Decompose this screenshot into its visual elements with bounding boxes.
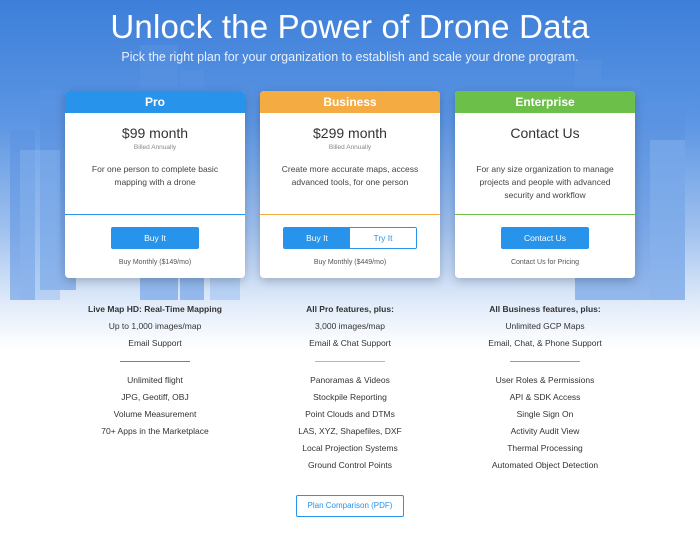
plan-card-business: Business $299 month Billed Annually Crea… xyxy=(260,91,440,278)
contact-us-button[interactable]: Contact Us xyxy=(501,227,589,249)
feature-item: Live Map HD: Real-Time Mapping xyxy=(88,304,222,314)
page-title: Unlock the Power of Drone Data xyxy=(110,8,590,45)
feature-divider xyxy=(315,361,385,362)
feature-item: 70+ Apps in the Marketplace xyxy=(101,426,209,436)
try-it-button[interactable]: Try It xyxy=(350,228,416,248)
billing-note xyxy=(455,144,635,153)
plan-name: Business xyxy=(260,91,440,113)
buy-it-button[interactable]: Buy It xyxy=(284,228,350,248)
plan-description: For any size organization to manage proj… xyxy=(476,164,614,200)
plan-card-pro: Pro $99 month Billed Annually For one pe… xyxy=(65,91,245,278)
plan-comparison-pdf-button[interactable]: Plan Comparison (PDF) xyxy=(296,495,404,517)
feature-item: Volume Measurement xyxy=(113,409,197,419)
features-pro: Live Map HD: Real-Time Mapping Up to 1,0… xyxy=(55,301,255,440)
feature-item: Unlimited flight xyxy=(127,375,183,385)
hero: Unlock the Power of Drone Data Pick the … xyxy=(0,8,700,64)
billing-note: Billed Annually xyxy=(133,144,177,151)
page-subtitle: Pick the right plan for your organizatio… xyxy=(121,50,579,64)
feature-item: JPG, Geotiff, OBJ xyxy=(121,392,189,402)
feature-item: All Business features, plus: xyxy=(489,304,601,314)
feature-item: Up to 1,000 images/map xyxy=(108,321,202,331)
feature-item: LAS, XYZ, Shapefiles, DXF xyxy=(298,426,402,436)
plan-name: Enterprise xyxy=(455,91,635,113)
feature-item: Single Sign On xyxy=(516,409,574,419)
features-business: All Pro features, plus: 3,000 images/map… xyxy=(250,301,450,474)
feature-item: Email Support xyxy=(128,338,182,348)
feature-item: Panoramas & Videos xyxy=(310,375,390,385)
buy-it-button[interactable]: Buy It xyxy=(111,227,199,249)
contact-pricing-link[interactable]: Contact Us for Pricing xyxy=(455,259,635,266)
plan-name: Pro xyxy=(65,91,245,113)
buy-try-button-group: Buy It Try It xyxy=(283,227,417,249)
plan-description: For one person to complete basic mapping… xyxy=(91,164,219,187)
plan-price: $99 month xyxy=(121,125,189,141)
feature-item: Activity Audit View xyxy=(510,426,580,436)
plan-divider xyxy=(65,214,245,215)
buy-monthly-link[interactable]: Buy Monthly ($449/mo) xyxy=(260,259,440,266)
feature-item: 3,000 images/map xyxy=(315,321,385,331)
feature-item: Email, Chat, & Phone Support xyxy=(488,338,602,348)
feature-divider xyxy=(120,361,190,362)
plan-price: $299 month xyxy=(313,125,387,141)
plan-divider xyxy=(260,214,440,215)
plan-card-enterprise: Enterprise Contact Us For any size organ… xyxy=(455,91,635,278)
feature-item: Thermal Processing xyxy=(507,443,583,453)
feature-item: Automated Object Detection xyxy=(491,460,599,470)
plan-description: Create more accurate maps, access advanc… xyxy=(281,164,419,187)
feature-item: All Pro features, plus: xyxy=(306,304,394,314)
feature-divider xyxy=(510,361,580,362)
features-enterprise: All Business features, plus: Unlimited G… xyxy=(445,301,645,474)
buy-monthly-link[interactable]: Buy Monthly ($149/mo) xyxy=(65,259,245,266)
feature-item: Email & Chat Support xyxy=(309,338,391,348)
feature-item: Unlimited GCP Maps xyxy=(505,321,585,331)
feature-item: Ground Control Points xyxy=(307,460,393,470)
feature-item: API & SDK Access xyxy=(509,392,581,402)
feature-item: Local Projection Systems xyxy=(302,443,398,453)
plan-price: Contact Us xyxy=(510,125,580,141)
feature-item: Stockpile Reporting xyxy=(313,392,387,402)
feature-item: User Roles & Permissions xyxy=(495,375,595,385)
billing-note: Billed Annually xyxy=(328,144,372,151)
feature-item: Point Clouds and DTMs xyxy=(305,409,395,419)
plan-divider xyxy=(455,214,635,215)
